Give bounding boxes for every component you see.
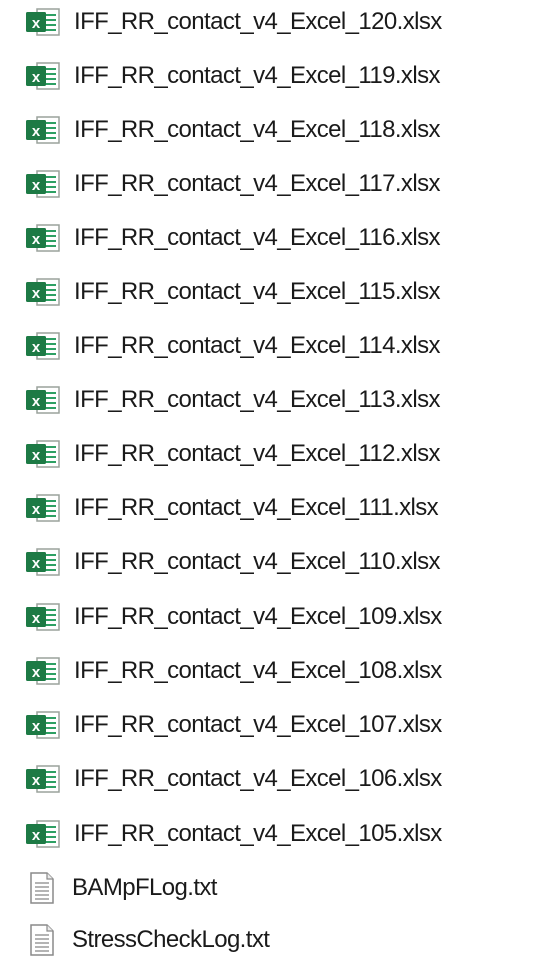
svg-text:x: x [32, 447, 41, 464]
file-list-item[interactable]: x IFF_RR_contact_v4_Excel_112.xlsx [24, 434, 440, 474]
excel-file-icon: x [24, 275, 62, 309]
svg-text:x: x [32, 177, 41, 194]
excel-file-icon: x [24, 383, 62, 417]
file-name: IFF_RR_contact_v4_Excel_119.xlsx [74, 62, 440, 89]
file-list-item[interactable]: x IFF_RR_contact_v4_Excel_116.xlsx [24, 218, 440, 258]
svg-text:x: x [32, 664, 41, 681]
file-name: BAMpFLog.txt [72, 874, 217, 901]
excel-file-icon: x [24, 167, 62, 201]
file-name: IFF_RR_contact_v4_Excel_107.xlsx [74, 711, 442, 738]
svg-text:x: x [32, 123, 41, 140]
excel-file-icon: x [24, 5, 62, 39]
excel-file-icon: x [24, 221, 62, 255]
svg-text:x: x [32, 339, 41, 356]
file-name: IFF_RR_contact_v4_Excel_116.xlsx [74, 224, 440, 251]
excel-file-icon: x [24, 600, 62, 634]
file-list-item[interactable]: StressCheckLog.txt [22, 920, 270, 960]
excel-file-icon: x [24, 491, 62, 525]
text-file-icon [22, 923, 60, 957]
file-list-item[interactable]: BAMpFLog.txt [24, 868, 217, 908]
svg-text:x: x [32, 555, 41, 572]
file-list-item[interactable]: x IFF_RR_contact_v4_Excel_118.xlsx [24, 110, 440, 150]
excel-file-icon: x [24, 59, 62, 93]
svg-text:x: x [32, 231, 41, 248]
file-name: StressCheckLog.txt [72, 926, 270, 953]
svg-text:x: x [32, 69, 41, 86]
svg-text:x: x [32, 15, 41, 32]
excel-file-icon: x [24, 113, 62, 147]
excel-file-icon: x [24, 437, 62, 471]
file-name: IFF_RR_contact_v4_Excel_109.xlsx [74, 603, 442, 630]
excel-file-icon: x [24, 817, 62, 851]
file-name: IFF_RR_contact_v4_Excel_115.xlsx [74, 278, 440, 305]
file-list-item[interactable]: x IFF_RR_contact_v4_Excel_117.xlsx [24, 164, 440, 204]
excel-file-icon: x [24, 545, 62, 579]
excel-file-icon: x [24, 762, 62, 796]
excel-file-icon: x [24, 708, 62, 742]
file-list-item[interactable]: x IFF_RR_contact_v4_Excel_113.xlsx [24, 380, 440, 420]
file-name: IFF_RR_contact_v4_Excel_117.xlsx [74, 170, 440, 197]
svg-text:x: x [32, 610, 41, 627]
excel-file-icon: x [24, 654, 62, 688]
text-file-icon [22, 871, 60, 905]
file-name: IFF_RR_contact_v4_Excel_106.xlsx [74, 765, 442, 792]
svg-text:x: x [32, 393, 41, 410]
file-name: IFF_RR_contact_v4_Excel_105.xlsx [74, 820, 442, 847]
file-name: IFF_RR_contact_v4_Excel_108.xlsx [74, 657, 442, 684]
file-list-item[interactable]: x IFF_RR_contact_v4_Excel_114.xlsx [24, 326, 440, 366]
svg-text:x: x [32, 827, 41, 844]
file-list-item[interactable]: x IFF_RR_contact_v4_Excel_105.xlsx [24, 814, 442, 854]
file-list-item[interactable]: x IFF_RR_contact_v4_Excel_120.xlsx [24, 2, 442, 42]
file-list-item[interactable]: x IFF_RR_contact_v4_Excel_106.xlsx [24, 759, 442, 799]
file-name: IFF_RR_contact_v4_Excel_113.xlsx [74, 386, 440, 413]
file-list-item[interactable]: x IFF_RR_contact_v4_Excel_108.xlsx [24, 651, 442, 691]
file-name: IFF_RR_contact_v4_Excel_111.xlsx [74, 494, 439, 521]
file-list-item[interactable]: x IFF_RR_contact_v4_Excel_119.xlsx [24, 56, 440, 96]
file-name: IFF_RR_contact_v4_Excel_114.xlsx [74, 332, 440, 359]
svg-text:x: x [32, 285, 41, 302]
file-name: IFF_RR_contact_v4_Excel_120.xlsx [74, 8, 442, 35]
file-list-item[interactable]: x IFF_RR_contact_v4_Excel_107.xlsx [24, 705, 442, 745]
file-name: IFF_RR_contact_v4_Excel_110.xlsx [74, 548, 440, 575]
file-list-item[interactable]: x IFF_RR_contact_v4_Excel_111.xlsx [24, 488, 439, 528]
file-list-item[interactable]: x IFF_RR_contact_v4_Excel_109.xlsx [24, 597, 442, 637]
svg-text:x: x [32, 772, 41, 789]
file-name: IFF_RR_contact_v4_Excel_112.xlsx [74, 440, 440, 467]
file-name: IFF_RR_contact_v4_Excel_118.xlsx [74, 116, 440, 143]
file-list-item[interactable]: x IFF_RR_contact_v4_Excel_115.xlsx [24, 272, 440, 312]
excel-file-icon: x [24, 329, 62, 363]
svg-text:x: x [32, 718, 41, 735]
file-list-item[interactable]: x IFF_RR_contact_v4_Excel_110.xlsx [24, 542, 440, 582]
svg-text:x: x [32, 501, 41, 518]
